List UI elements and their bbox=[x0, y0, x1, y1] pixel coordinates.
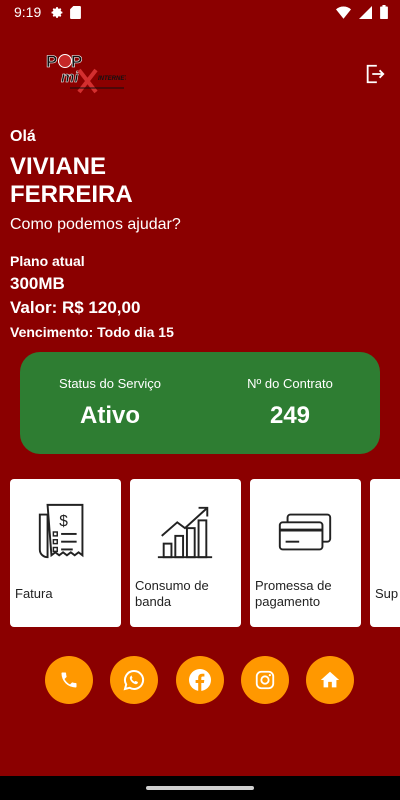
logout-icon bbox=[366, 64, 385, 84]
contract-number-value: 249 bbox=[269, 402, 311, 429]
growth-chart-icon bbox=[157, 506, 213, 559]
card-fatura[interactable]: $ Fatura bbox=[10, 479, 121, 627]
feature-cards-carousel[interactable]: $ Fatura Consumo de banda Promessa de pa… bbox=[10, 479, 400, 627]
home-button[interactable] bbox=[306, 656, 354, 704]
brand-logo: P P mi INTERNET bbox=[44, 50, 129, 98]
svg-text:P: P bbox=[46, 52, 57, 71]
card-label: Consumo de banda bbox=[135, 578, 209, 609]
invoice-icon: $ bbox=[38, 503, 84, 559]
contact-actions bbox=[45, 656, 355, 704]
phone-button[interactable] bbox=[45, 656, 93, 704]
contract-number-label: Nº do Contrato bbox=[247, 376, 333, 391]
plan-label: Plano atual bbox=[10, 253, 85, 269]
status-bar: 9:19 bbox=[0, 0, 400, 24]
plan-value: Valor: R$ 120,00 bbox=[10, 298, 141, 317]
svg-text:mi: mi bbox=[61, 69, 79, 86]
service-status-card: Status do Serviço Ativo Nº do Contrato 2… bbox=[20, 352, 380, 454]
svg-text:INTERNET: INTERNET bbox=[98, 76, 126, 82]
logout-button[interactable] bbox=[364, 63, 386, 85]
plan-due-date: Vencimento: Todo dia 15 bbox=[10, 324, 174, 340]
gear-icon bbox=[51, 6, 63, 18]
service-status: Status do Serviço Ativo bbox=[20, 352, 200, 454]
help-prompt: Como podemos ajudar? bbox=[10, 216, 181, 233]
status-time: 9:19 bbox=[14, 4, 42, 20]
instagram-button[interactable] bbox=[241, 656, 289, 704]
card-label: Fatura bbox=[15, 586, 53, 601]
card-consumo-de-banda[interactable]: Consumo de banda bbox=[130, 479, 241, 627]
plan-speed: 300MB bbox=[10, 274, 65, 293]
user-name: VIVIANE FERREIRA bbox=[10, 153, 133, 208]
sd-card-icon bbox=[70, 5, 82, 19]
phone-icon bbox=[61, 672, 77, 688]
svg-text:$: $ bbox=[59, 513, 68, 530]
home-gesture-handle[interactable] bbox=[146, 786, 254, 790]
card-suporte[interactable]: Sup bbox=[370, 479, 400, 627]
wifi-icon bbox=[336, 6, 351, 19]
contract-number: Nº do Contrato 249 bbox=[200, 352, 380, 454]
card-label: Promessa de pagamento bbox=[255, 578, 332, 609]
card-promessa-de-pagamento[interactable]: Promessa de pagamento bbox=[250, 479, 361, 627]
battery-icon bbox=[380, 5, 388, 19]
card-label: Sup bbox=[375, 586, 399, 601]
signal-icon bbox=[359, 5, 372, 19]
system-navigation-bar bbox=[0, 776, 400, 800]
greeting: Olá bbox=[10, 128, 36, 145]
facebook-icon bbox=[189, 669, 211, 691]
whatsapp-icon bbox=[123, 669, 145, 691]
instagram-icon bbox=[255, 670, 275, 690]
service-status-label: Status do Serviço bbox=[59, 376, 161, 391]
credit-card-icon bbox=[278, 513, 332, 551]
service-status-value: Ativo bbox=[80, 402, 140, 429]
whatsapp-button[interactable] bbox=[110, 656, 158, 704]
home-icon bbox=[320, 671, 340, 688]
facebook-button[interactable] bbox=[176, 656, 224, 704]
